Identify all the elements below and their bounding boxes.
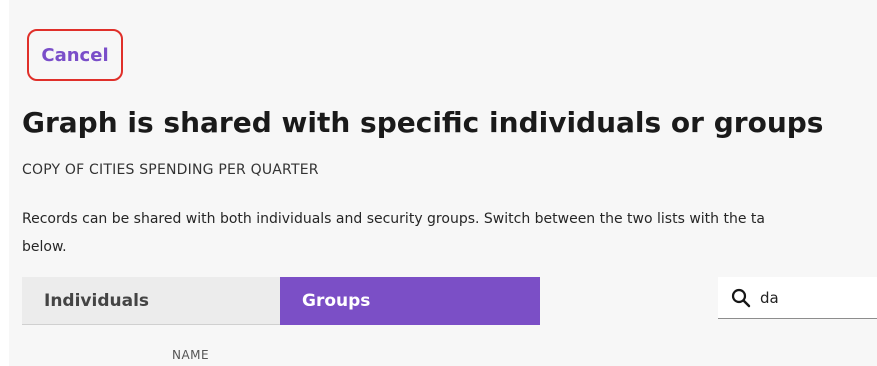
- search-input[interactable]: [760, 288, 870, 307]
- page-title: Graph is shared with specific individual…: [22, 106, 824, 139]
- tab-individuals[interactable]: Individuals: [22, 277, 280, 325]
- cancel-button[interactable]: Cancel: [27, 29, 123, 81]
- search-icon: [730, 287, 752, 309]
- sharing-description: Records can be shared with both individu…: [22, 205, 862, 261]
- description-line-2: below.: [22, 239, 67, 255]
- column-header-name: NAME: [172, 348, 210, 362]
- left-edge: [0, 0, 9, 366]
- tab-groups[interactable]: Groups: [280, 277, 540, 325]
- share-dialog: Cancel Graph is shared with specific ind…: [0, 0, 877, 366]
- description-line-1: Records can be shared with both individu…: [22, 211, 765, 227]
- record-name: COPY OF CITIES SPENDING PER QUARTER: [22, 162, 319, 178]
- share-type-tabs: Individuals Groups: [22, 277, 540, 325]
- search-box[interactable]: [718, 277, 877, 319]
